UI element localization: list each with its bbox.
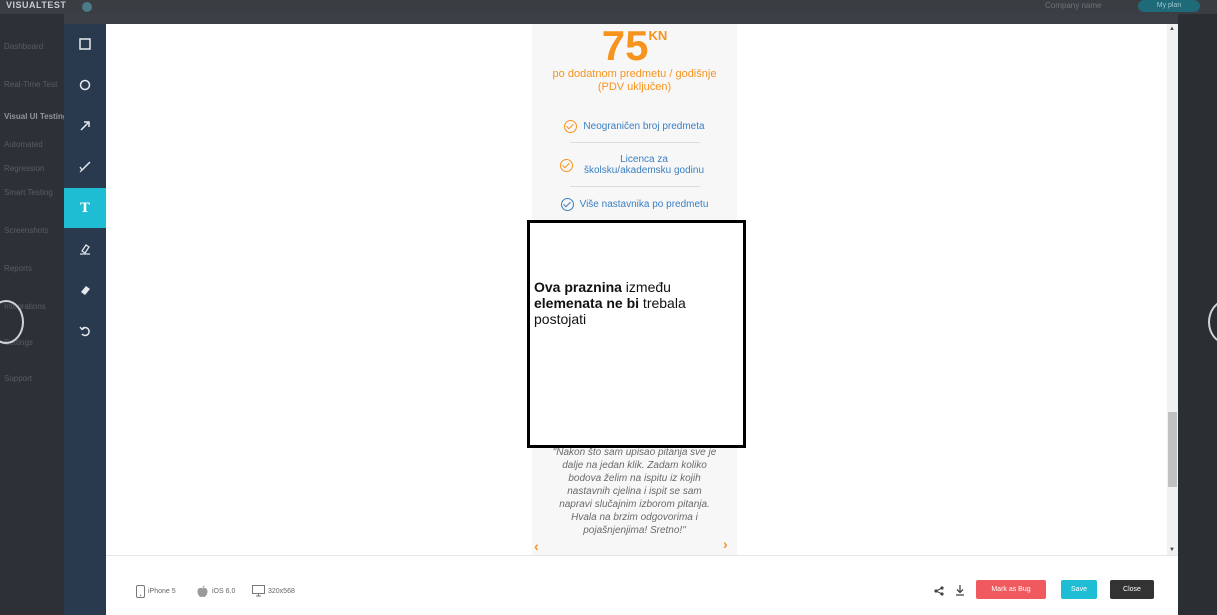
- price-value: 75: [601, 24, 649, 69]
- circle-tool[interactable]: [64, 65, 106, 105]
- price: 75KN: [532, 24, 737, 68]
- feature-item: Više nastavnika po predmetu: [542, 198, 727, 211]
- modal-scrollbar[interactable]: ▲ ▼: [1167, 24, 1178, 555]
- feature-item: Neograničen broj predmeta: [542, 120, 727, 133]
- device-name: iPhone 5: [148, 588, 176, 595]
- close-button[interactable]: Close: [1110, 580, 1154, 599]
- background-menu-item: Reports: [4, 264, 33, 273]
- check-circle-icon: [560, 158, 573, 172]
- pen-icon: [79, 161, 91, 173]
- annotation-toolbar: T: [64, 24, 106, 615]
- check-circle-icon: [564, 120, 578, 133]
- price-description: po dodatnom predmetu / godišnje (PDV ukl…: [532, 68, 737, 94]
- mark-as-bug-button[interactable]: Mark as Bug: [976, 580, 1046, 599]
- arrow-tool[interactable]: [64, 106, 106, 146]
- modal-footer: iPhone 5 iOS 6.0 320x568 Mark as Bug Sav…: [106, 555, 1178, 615]
- testimonial-next-arrow[interactable]: ›: [723, 536, 728, 552]
- background-menu-item: Visual UI Testing: [4, 112, 68, 121]
- price-desc-line: (PDV uključen): [597, 81, 672, 93]
- phone-icon: [136, 585, 145, 598]
- background-plan-pill: My plan: [1138, 0, 1200, 12]
- scroll-up-arrow-icon[interactable]: ▲: [1169, 26, 1175, 32]
- feature-item: Licenca za školsku/akademsku godinu: [542, 154, 727, 176]
- background-menu-item: Smart Testing: [4, 188, 53, 197]
- background-menu-item: Regression: [4, 164, 45, 173]
- rectangle-icon: [79, 38, 91, 50]
- divider: [570, 142, 700, 143]
- eraser-tool[interactable]: [64, 270, 106, 310]
- highlighter-icon: [80, 244, 90, 255]
- check-circle-icon: [560, 198, 574, 211]
- background-logo: VISUALTEST: [6, 0, 67, 10]
- price-desc-line: po dodatnom predmetu / godišnje: [552, 68, 717, 80]
- feature-label: Neograničen broj predmeta: [583, 121, 705, 132]
- annotation-text-bold: elemenata ne bi: [534, 295, 640, 311]
- scroll-down-arrow-icon[interactable]: ▼: [1169, 547, 1175, 553]
- background-menu-item: Screenshots: [4, 226, 49, 235]
- divider: [570, 186, 700, 187]
- background-logo-icon: [82, 2, 92, 12]
- annotation-text-plain: između: [621, 279, 671, 295]
- background-topbar: VISUALTEST Company name My plan: [0, 0, 1217, 14]
- apple-icon: [197, 585, 208, 597]
- arrow-icon: [80, 121, 90, 131]
- annotation-text[interactable]: Ova praznina između elemenata ne bi treb…: [534, 279, 704, 327]
- annotation-rectangle[interactable]: [527, 220, 746, 448]
- text-icon: T: [80, 200, 90, 216]
- background-company-label: Company name: [1045, 1, 1102, 10]
- undo-tool[interactable]: [64, 311, 106, 351]
- undo-icon: [79, 326, 90, 337]
- highlighter-tool[interactable]: [64, 229, 106, 269]
- price-unit: KN: [648, 28, 668, 43]
- pen-tool[interactable]: [64, 147, 106, 187]
- background-menu-item: Real-Time Test: [4, 80, 58, 89]
- feature-label: Više nastavnika po predmetu: [579, 199, 709, 210]
- background-menu-item: Automated: [4, 140, 43, 149]
- eraser-icon: [81, 286, 90, 295]
- download-icon[interactable]: [955, 583, 965, 601]
- os-info: iOS 6.0: [196, 585, 235, 598]
- resolution-value: 320x568: [268, 587, 295, 595]
- text-tool[interactable]: T: [64, 188, 106, 228]
- save-button[interactable]: Save: [1061, 580, 1097, 599]
- screenshot-editor-modal: 75KN po dodatnom predmetu / godišnje (PD…: [106, 24, 1178, 615]
- testimonial-prev-arrow[interactable]: ‹: [534, 538, 539, 554]
- monitor-icon: [252, 585, 265, 597]
- background-menu-item: Support: [4, 374, 33, 383]
- resolution-info: 320x568: [252, 585, 295, 597]
- feature-label: Licenca za školsku/akademsku godinu: [583, 154, 705, 176]
- background-menu-item: Dashboard: [4, 42, 44, 51]
- circle-icon: [79, 79, 91, 91]
- annotation-text-bold: Ova praznina: [534, 279, 622, 295]
- rectangle-tool[interactable]: [64, 24, 106, 64]
- share-icon[interactable]: [934, 583, 944, 601]
- testimonial-text: "Nakon što sam upisao pitanja sve je dal…: [552, 447, 717, 536]
- os-version: iOS 6.0: [212, 588, 236, 595]
- device-info: iPhone 5: [136, 585, 176, 598]
- scrollbar-thumb[interactable]: [1168, 412, 1177, 487]
